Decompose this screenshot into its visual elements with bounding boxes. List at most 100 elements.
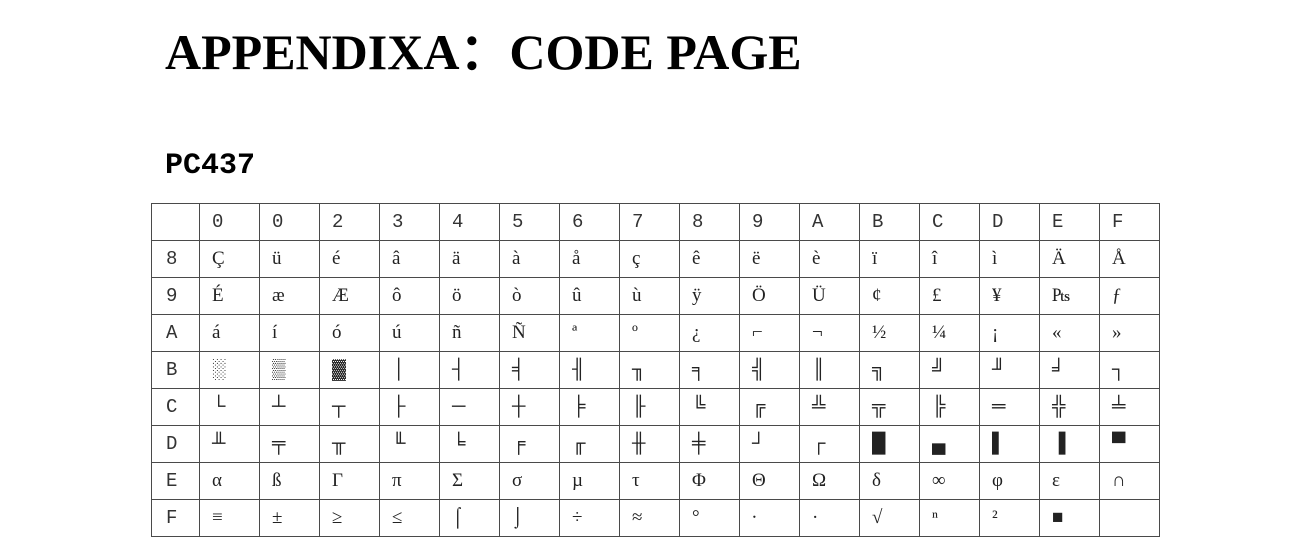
code-cell: ╜ (979, 351, 1040, 389)
code-cell: ▒ (259, 351, 320, 389)
code-cell: ¢ (859, 277, 920, 315)
code-cell: ñ (439, 314, 500, 352)
code-cell: ╨ (199, 425, 260, 463)
code-cell: ┤ (439, 351, 500, 389)
code-cell: Ü (799, 277, 860, 315)
code-cell: ╖ (619, 351, 680, 389)
code-cell: ε (1039, 462, 1100, 500)
row-header: C (151, 388, 200, 426)
row-header: E (151, 462, 200, 500)
row-header: A (151, 314, 200, 352)
code-cell: ╞ (559, 388, 620, 426)
code-cell: σ (499, 462, 560, 500)
code-cell: å (559, 240, 620, 278)
code-cell: τ (619, 462, 680, 500)
code-cell: ² (979, 499, 1040, 537)
code-cell: ¥ (979, 277, 1040, 315)
code-cell: ± (259, 499, 320, 537)
column-header: 7 (619, 203, 680, 241)
code-cell: ╗ (859, 351, 920, 389)
code-cell: φ (979, 462, 1040, 500)
code-cell: ÷ (559, 499, 620, 537)
column-header: 2 (319, 203, 380, 241)
table-row: C └ ┴ ┬ ├ ─ ┼ ╞ ╟ ╚ ╔ ╩ ╦ ╠ ═ ╬ ╧ (151, 388, 1160, 426)
column-header: E (1039, 203, 1100, 241)
code-cell: ó (319, 314, 380, 352)
code-cell: ⌡ (499, 499, 560, 537)
table-row: Aá í ó ú ñ Ñª º ¿ ⌐ ¬ ½ ¼ ¡ «» (151, 314, 1160, 352)
code-cell: · (799, 499, 860, 537)
table-row: D ╨ ╤ ╥ ╙ ╘ ╒ ╓ ╫ ╪ ┘ ┌ █ ▄ ▌ ▐ ▀ (151, 425, 1160, 463)
code-cell: û (559, 277, 620, 315)
code-cell: ∩ (1099, 462, 1160, 500)
code-cell: º (619, 314, 680, 352)
code-cell: ü (259, 240, 320, 278)
code-table-body: 0023456789ABCDEF8ÇüéâäàåçêëèïîìÄÅ9ÉæÆôöò… (151, 203, 1160, 537)
code-cell: ┌ (799, 425, 860, 463)
corner-cell (151, 203, 200, 241)
code-cell: ÿ (679, 277, 740, 315)
code-cell: ï (859, 240, 920, 278)
section-title: PC437 (165, 149, 256, 183)
code-cell: Σ (439, 462, 500, 500)
code-cell: Ä (1039, 240, 1100, 278)
column-header: 0 (199, 203, 260, 241)
code-cell: « (1039, 314, 1100, 352)
row-header: 9 (151, 277, 200, 315)
code-cell: Γ (319, 462, 380, 500)
code-cell: Æ (319, 277, 380, 315)
table-row: B ░ ▒ ▓ │ ┤ ╡ ╢ ╖ ╕ ╣ ║ ╗ ╝ ╜ ╛ ┐ (151, 351, 1160, 389)
code-cell: ▓ (319, 351, 380, 389)
code-cell: £ (919, 277, 980, 315)
table-row: 9 Éæ Æô ö ò û ù ÿ Ö Ü ¢ £ ¥ ₧ ƒ (151, 277, 1160, 315)
code-cell: ⌐ (739, 314, 800, 352)
code-cell: Θ (739, 462, 800, 500)
code-cell: ¼ (919, 314, 980, 352)
code-cell: ╬ (1039, 388, 1100, 426)
code-cell: ║ (799, 351, 860, 389)
column-header: 0 (259, 203, 320, 241)
code-cell: ≥ (319, 499, 380, 537)
code-cell: ▌ (979, 425, 1040, 463)
code-cell: í (259, 314, 320, 352)
code-cell: î (919, 240, 980, 278)
code-cell: δ (859, 462, 920, 500)
code-cell: ╧ (1099, 388, 1160, 426)
row-header: B (151, 351, 200, 389)
code-cell: ç (619, 240, 680, 278)
page-title: APPENDIXA：CODE PAGE (165, 24, 802, 80)
code-cell: ⌠ (439, 499, 500, 537)
code-cell: ₧ (1039, 277, 1100, 315)
code-cell: ¬ (799, 314, 860, 352)
code-cell: ò (499, 277, 560, 315)
code-cell: ù (619, 277, 680, 315)
code-cell: ╔ (739, 388, 800, 426)
code-cell: ╤ (259, 425, 320, 463)
code-cell: ╪ (679, 425, 740, 463)
column-header: C (919, 203, 980, 241)
code-cell: ½ (859, 314, 920, 352)
code-cell: ■ (1039, 499, 1100, 537)
code-cell: ì (979, 240, 1040, 278)
code-cell: ╒ (499, 425, 560, 463)
code-cell: ▐ (1039, 425, 1100, 463)
code-cell: ≈ (619, 499, 680, 537)
code-cell: ° (679, 499, 740, 537)
code-cell: ß (259, 462, 320, 500)
code-cell: ═ (979, 388, 1040, 426)
code-cell: » (1099, 314, 1160, 352)
code-cell: ╙ (379, 425, 440, 463)
code-cell: ╠ (919, 388, 980, 426)
code-cell: ⁿ (919, 499, 980, 537)
code-cell: ¡ (979, 314, 1040, 352)
code-cell: ª (559, 314, 620, 352)
code-cell: ╝ (919, 351, 980, 389)
code-cell: ┬ (319, 388, 380, 426)
code-cell: █ (859, 425, 920, 463)
code-cell: ┼ (499, 388, 560, 426)
row-header: 8 (151, 240, 200, 278)
code-cell: æ (259, 277, 320, 315)
code-cell: ä (439, 240, 500, 278)
code-cell: ∞ (919, 462, 980, 500)
code-cell: ┴ (259, 388, 320, 426)
